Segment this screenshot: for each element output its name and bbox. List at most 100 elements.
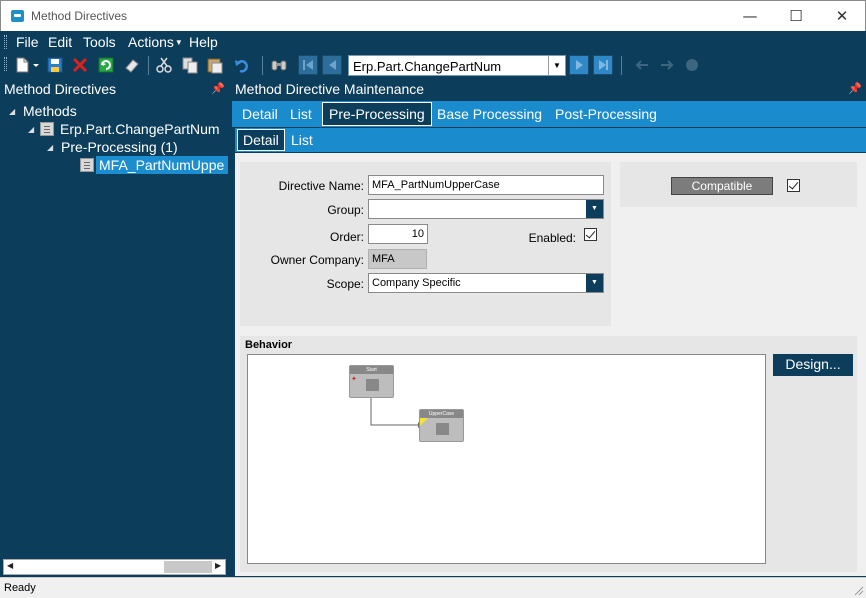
group-label: Group: (327, 203, 364, 217)
status-bar: Ready (0, 577, 866, 598)
order-label: Order: (329, 230, 364, 244)
subtab-detail[interactable]: Detail (237, 129, 285, 151)
next-record-button[interactable] (569, 55, 589, 75)
tab-detail[interactable]: Detail (242, 101, 278, 127)
workflow-node-title: Start (350, 366, 393, 374)
subtab-list[interactable]: List (291, 128, 313, 152)
pin-icon[interactable]: 📌 (848, 82, 862, 95)
previous-record-icon (329, 60, 336, 70)
enabled-checkbox[interactable] (584, 228, 597, 241)
menu-help[interactable]: Help (189, 34, 218, 50)
compatibility-group: Compatible (620, 162, 857, 207)
undo-icon[interactable] (233, 56, 251, 74)
cut-icon[interactable] (155, 56, 173, 74)
toolbar-separator (621, 56, 622, 75)
directive-name-label: Directive Name: (278, 179, 364, 193)
first-record-icon (303, 60, 313, 70)
warning-marker-icon (420, 418, 428, 426)
left-panel-header: Method Directives (0, 79, 121, 99)
paste-icon[interactable] (206, 56, 224, 74)
maximize-button[interactable]: ☐ (773, 1, 819, 31)
scroll-left-icon[interactable]: ◀ (7, 561, 13, 570)
menu-edit[interactable]: Edit (48, 34, 72, 50)
stop-icon[interactable] (683, 56, 701, 74)
chevron-down-icon[interactable]: ▼ (586, 200, 603, 218)
tree-node-label: Erp.Part.ChangePartNum (60, 121, 220, 137)
tree-expand-icon[interactable]: ◢ (9, 107, 15, 116)
clear-icon[interactable] (123, 56, 141, 74)
close-button[interactable]: ✕ (819, 1, 865, 31)
tree-expand-icon[interactable]: ◢ (28, 125, 34, 134)
document-icon (80, 158, 94, 172)
scope-select[interactable]: Company Specific ▼ (368, 273, 604, 293)
last-record-icon (599, 60, 608, 70)
title-bar: Method Directives — ☐ ✕ (0, 0, 866, 31)
pin-icon[interactable]: 📌 (211, 82, 225, 95)
menu-file[interactable]: File (16, 34, 39, 50)
record-navigator-select[interactable]: Erp.Part.ChangePartNum ▼ (348, 55, 566, 76)
tree-node-label: Pre-Processing (1) (61, 139, 178, 155)
toolbar-grip-icon (4, 57, 7, 71)
detail-content: Directive Name: MFA_PartNumUpperCase Gro… (235, 153, 866, 576)
window-title: Method Directives (31, 9, 128, 23)
new-icon[interactable] (13, 56, 31, 74)
menu-grip-icon (4, 35, 7, 49)
tab-list[interactable]: List (290, 101, 312, 127)
flag-icon (366, 379, 379, 391)
tab-pre-processing[interactable]: Pre-Processing (322, 102, 432, 126)
start-marker-icon: ✦ (351, 376, 357, 383)
toolbar: Erp.Part.ChangePartNum ▼ (0, 53, 866, 78)
scrollbar-thumb[interactable] (164, 561, 212, 573)
chevron-down-icon: ▼ (174, 38, 183, 47)
back-arrow-icon[interactable] (633, 56, 651, 74)
menu-actions[interactable]: Actions▼ (128, 34, 183, 50)
toolbar-separator (148, 56, 149, 75)
horizontal-scrollbar[interactable]: ◀ ▶ (3, 559, 226, 575)
group-select[interactable]: ▼ (368, 199, 604, 219)
menu-bar: File Edit Tools Actions▼ Help (0, 31, 866, 53)
scope-label: Scope: (326, 277, 364, 291)
workflow-node-uppercase[interactable]: UpperCase (419, 409, 464, 442)
directive-name-field[interactable]: MFA_PartNumUpperCase (368, 175, 604, 195)
copy-icon[interactable] (181, 56, 199, 74)
search-icon[interactable] (270, 56, 288, 74)
document-icon (40, 122, 54, 136)
workflow-canvas[interactable]: Start ✦ UpperCase (247, 354, 766, 564)
last-record-button[interactable] (593, 55, 613, 75)
first-record-button[interactable] (298, 55, 318, 75)
resize-grip-icon[interactable] (854, 586, 864, 596)
scope-value: Company Specific (372, 277, 461, 289)
compatible-checkbox[interactable] (787, 179, 800, 192)
chevron-down-icon[interactable]: ▼ (548, 56, 565, 75)
method-tree: ◢ Methods ◢ Erp.Part.ChangePartNum ◢ Pre… (3, 101, 229, 559)
order-field[interactable]: 10 (368, 224, 428, 244)
tab-base-processing[interactable]: Base Processing (437, 101, 542, 127)
delete-icon[interactable] (71, 56, 89, 74)
record-navigator-value: Erp.Part.ChangePartNum (353, 59, 502, 74)
tree-expand-icon[interactable]: ◢ (47, 143, 53, 152)
menu-tools[interactable]: Tools (83, 34, 116, 50)
right-panel-header: Method Directive Maintenance (235, 81, 425, 97)
refresh-icon[interactable] (97, 56, 115, 74)
app-icon (11, 10, 24, 22)
compatible-button[interactable]: Compatible (671, 177, 773, 195)
tab-post-processing[interactable]: Post-Processing (555, 101, 657, 127)
tree-node-label: MFA_PartNumUppe (96, 156, 228, 174)
chevron-down-icon[interactable]: ▼ (586, 274, 603, 292)
behavior-label: Behavior (245, 339, 293, 351)
main-tabs: Detail List Pre-Processing Base Processi… (232, 101, 866, 127)
menu-actions-label: Actions (128, 34, 174, 50)
new-dropdown-chevron-icon[interactable] (32, 56, 40, 74)
owner-company-field: MFA (368, 249, 427, 269)
workflow-connector (370, 398, 422, 428)
calendar-icon (436, 423, 449, 435)
workflow-node-start[interactable]: Start ✦ (349, 365, 394, 398)
forward-arrow-icon[interactable] (658, 56, 676, 74)
previous-record-button[interactable] (322, 55, 342, 75)
scroll-right-icon[interactable]: ▶ (215, 561, 221, 570)
directive-fields: Directive Name: MFA_PartNumUpperCase Gro… (240, 162, 611, 326)
save-icon[interactable] (46, 56, 64, 74)
sub-tabs: Detail List (235, 128, 866, 152)
minimize-button[interactable]: — (727, 1, 773, 31)
design-button[interactable]: Design... (773, 354, 853, 376)
